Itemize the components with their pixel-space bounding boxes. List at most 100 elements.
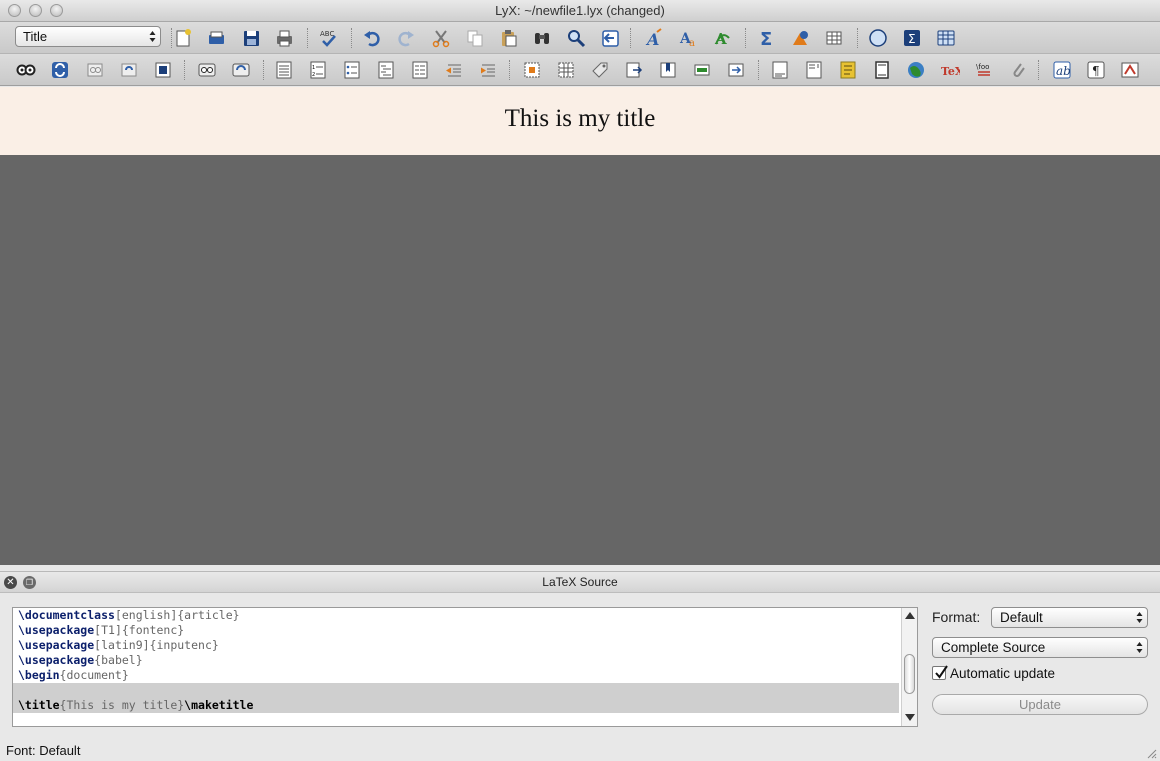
svg-text:A: A [714, 30, 727, 48]
document-title[interactable]: This is my title [505, 105, 656, 132]
box-icon[interactable] [871, 59, 893, 81]
window-titlebar: LyX: ~/newfile1.lyx (changed) [0, 0, 1160, 22]
scroll-down-icon[interactable] [905, 714, 915, 721]
footnote-icon[interactable] [769, 59, 791, 81]
toolbar-separator [184, 60, 185, 80]
index-icon[interactable] [691, 59, 713, 81]
svg-text:\foo: \foo [976, 63, 989, 71]
description-icon[interactable] [375, 59, 397, 81]
paste-icon[interactable] [497, 27, 519, 49]
view-icon[interactable] [15, 59, 37, 81]
text-style-icon[interactable]: A [643, 27, 665, 49]
insert-graphics-icon[interactable] [789, 27, 811, 49]
increase-depth-icon[interactable] [477, 59, 499, 81]
latex-command: \usepackage [18, 653, 95, 667]
update-button[interactable]: Update [932, 694, 1148, 715]
margin-note-icon[interactable] [803, 59, 825, 81]
itemize-icon[interactable] [341, 59, 363, 81]
view-master-icon[interactable] [196, 59, 218, 81]
standard-paragraph-icon[interactable] [273, 59, 295, 81]
find-replace-icon[interactable] [565, 27, 587, 49]
decrease-depth-icon[interactable] [443, 59, 465, 81]
toolbar-separator [509, 60, 510, 80]
label-icon[interactable] [589, 59, 611, 81]
resize-grip-icon[interactable] [1145, 747, 1157, 759]
insert-figure-icon[interactable] [521, 59, 543, 81]
open-icon[interactable] [205, 27, 227, 49]
emphasis-icon[interactable]: ab [1051, 59, 1073, 81]
toolbar-separator [1038, 60, 1039, 80]
format-select[interactable]: Default [991, 607, 1148, 628]
scroll-thumb[interactable] [904, 654, 915, 694]
print-icon[interactable] [273, 27, 295, 49]
font-icon[interactable]: Aa [677, 27, 699, 49]
automatic-update-checkbox[interactable] [932, 665, 948, 680]
change-tracking-icon[interactable]: A [711, 27, 733, 49]
foo-icon[interactable]: \foo [973, 59, 995, 81]
svg-text:¶: ¶ [1092, 64, 1100, 78]
new-document-icon[interactable] [172, 27, 194, 49]
svg-text:a: a [689, 38, 695, 48]
enumerate-icon[interactable]: 12 [307, 59, 329, 81]
document-workarea[interactable] [0, 155, 1160, 565]
cut-icon[interactable] [430, 27, 452, 49]
updown-arrows-icon [149, 31, 156, 42]
float-panel-icon[interactable]: ❐ [23, 576, 36, 589]
undo-icon[interactable] [361, 27, 383, 49]
zoom-window-button[interactable] [50, 4, 63, 17]
latex-command: \usepackage [18, 638, 95, 652]
source-mode-value: Complete Source [941, 640, 1046, 655]
latex-command: \title [18, 698, 60, 712]
attachment-icon[interactable] [1007, 59, 1029, 81]
math-sum-icon[interactable]: Σ [755, 27, 777, 49]
source-scrollbar[interactable] [901, 608, 917, 726]
paragraph-icon[interactable]: ¶ [1085, 59, 1107, 81]
url-icon[interactable] [905, 59, 927, 81]
table-panel-icon[interactable] [935, 27, 957, 49]
svg-text:1: 1 [312, 65, 315, 71]
pdf-icon[interactable] [1119, 59, 1141, 81]
view-dvi-icon[interactable] [84, 59, 106, 81]
latex-command: \documentclass [18, 608, 115, 622]
latex-source-view[interactable]: \documentclass[english]{article} \usepack… [12, 607, 918, 727]
toolbar-separator [351, 28, 352, 48]
latex-args: [T1]{fontenc} [94, 623, 185, 637]
tex-code-icon[interactable]: TeX [939, 59, 961, 81]
source-mode-select[interactable]: Complete Source [932, 637, 1148, 658]
latex-args: {babel} [94, 653, 143, 667]
status-text: Font: Default [6, 743, 81, 758]
toolbar-separator [745, 28, 746, 48]
note-icon[interactable] [837, 59, 859, 81]
toolbar-separator [630, 28, 631, 48]
copy-icon[interactable] [464, 27, 486, 49]
checkmark-icon [935, 665, 948, 679]
close-panel-icon[interactable]: ✕ [4, 576, 17, 589]
math-panel-icon[interactable]: Σ [901, 27, 923, 49]
update-icon[interactable] [49, 59, 71, 81]
navigate-icon[interactable] [867, 27, 889, 49]
nomenclature-icon[interactable] [725, 59, 747, 81]
update-dvi-icon[interactable] [118, 59, 140, 81]
citation-icon[interactable] [657, 59, 679, 81]
save-icon[interactable] [240, 27, 262, 49]
list-icon[interactable] [409, 59, 431, 81]
latex-command: \maketitle [184, 698, 254, 712]
scroll-up-icon[interactable] [905, 612, 915, 619]
view-pdf-icon[interactable] [152, 59, 174, 81]
cross-ref-icon[interactable] [623, 59, 645, 81]
close-window-button[interactable] [8, 4, 21, 17]
minimize-window-button[interactable] [29, 4, 42, 17]
spellcheck-icon[interactable]: ABC [317, 27, 339, 49]
insert-table-icon[interactable] [823, 27, 845, 49]
latex-args: {document} [59, 668, 129, 682]
document-title-band[interactable]: This is my title [0, 87, 1160, 155]
redo-icon[interactable] [395, 27, 417, 49]
latex-args: [english]{article} [114, 608, 240, 622]
updown-arrows-icon [1136, 612, 1143, 623]
update-master-icon[interactable] [230, 59, 252, 81]
svg-text:Σ: Σ [760, 29, 772, 48]
back-icon[interactable] [599, 27, 621, 49]
find-icon[interactable] [531, 27, 553, 49]
paragraph-layout-select[interactable]: Title [15, 26, 161, 47]
insert-table-float-icon[interactable] [555, 59, 577, 81]
